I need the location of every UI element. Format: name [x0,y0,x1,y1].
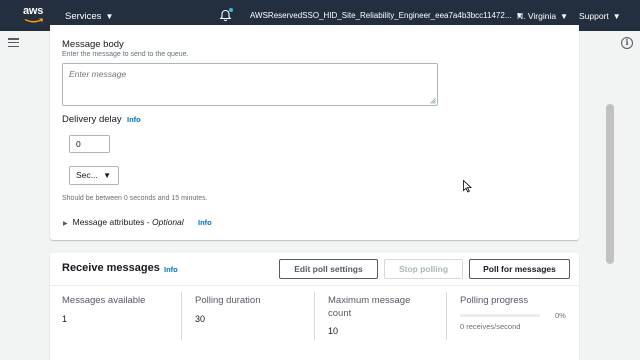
aws-logo-text: aws [23,5,44,17]
chevron-down-icon: ▼ [612,12,621,21]
scrollbar-thumb[interactable] [606,104,614,264]
services-menu[interactable]: Services ▼ [65,11,113,22]
delivery-delay-label: Delivery delay [62,114,122,125]
messages-available-label: Messages available [62,295,146,306]
messages-available-value: 1 [62,314,68,324]
edit-poll-settings-button[interactable]: Edit poll settings [279,259,378,279]
aws-logo[interactable]: aws [23,5,45,25]
left-rail [0,31,26,360]
caret-right-icon: ▶ [63,221,68,227]
receive-header-divider [50,285,579,286]
stat-divider [314,292,315,340]
polling-duration-label: Polling duration [195,295,261,306]
delivery-delay-unit-select[interactable]: Sec... ▼ [69,166,119,185]
message-body-label: Message body [62,39,124,50]
poll-for-messages-button[interactable]: Poll for messages [469,259,570,279]
message-body-description: Enter the message to send to the queue. [62,51,189,58]
polling-progress-label: Polling progress [460,295,529,306]
optional-label: Optional [152,217,184,227]
max-message-count-label-2: count [328,308,352,319]
support-menu[interactable]: Support ▼ [579,11,621,21]
stat-divider [181,292,182,340]
delay-unit-value: Sec... [76,170,98,180]
max-message-count-label: Maximum message [328,295,411,306]
region-label: N. Virginia [517,11,557,21]
services-label: Services [65,11,102,22]
support-label: Support [579,11,609,21]
delivery-delay-info-link[interactable]: Info [127,115,141,124]
message-attributes-expander[interactable]: ▶ Message attributes - Optional [63,217,184,227]
account-role-menu[interactable]: AWSReservedSSO_HID_Site_Reliability_Engi… [250,11,523,20]
account-role-label: AWSReservedSSO_HID_Site_Reliability_Engi… [250,11,512,20]
info-icon[interactable]: i [621,37,633,49]
receive-messages-title: Receive messages [62,262,160,274]
polling-progress-bar [460,314,540,317]
stat-divider [446,292,447,340]
resize-grip-icon[interactable] [430,98,436,104]
notification-dot [229,8,233,12]
mouse-pointer-icon [463,180,472,193]
polling-progress-percent: 0% [555,311,566,320]
aws-smile-icon [24,18,44,23]
receive-messages-info-link[interactable]: Info [164,265,178,274]
delivery-delay-hint: Should be between 0 seconds and 15 minut… [62,195,208,202]
max-message-count-value: 10 [328,326,339,336]
region-menu[interactable]: N. Virginia ▼ [517,11,568,21]
menu-icon[interactable] [8,38,19,48]
delivery-delay-input[interactable]: 0 [69,135,110,153]
chevron-down-icon: ▼ [105,12,114,21]
message-attributes-info-link[interactable]: Info [198,218,212,227]
stop-polling-button[interactable]: Stop polling [384,259,463,279]
message-attributes-label: Message attributes - [72,217,152,227]
chevron-down-icon: ▼ [560,12,568,21]
polling-progress-rate: 0 receives/second [460,322,521,331]
message-body-textarea[interactable] [62,63,438,106]
polling-duration-value: 30 [195,314,206,324]
chevron-down-icon: ▼ [103,171,111,180]
